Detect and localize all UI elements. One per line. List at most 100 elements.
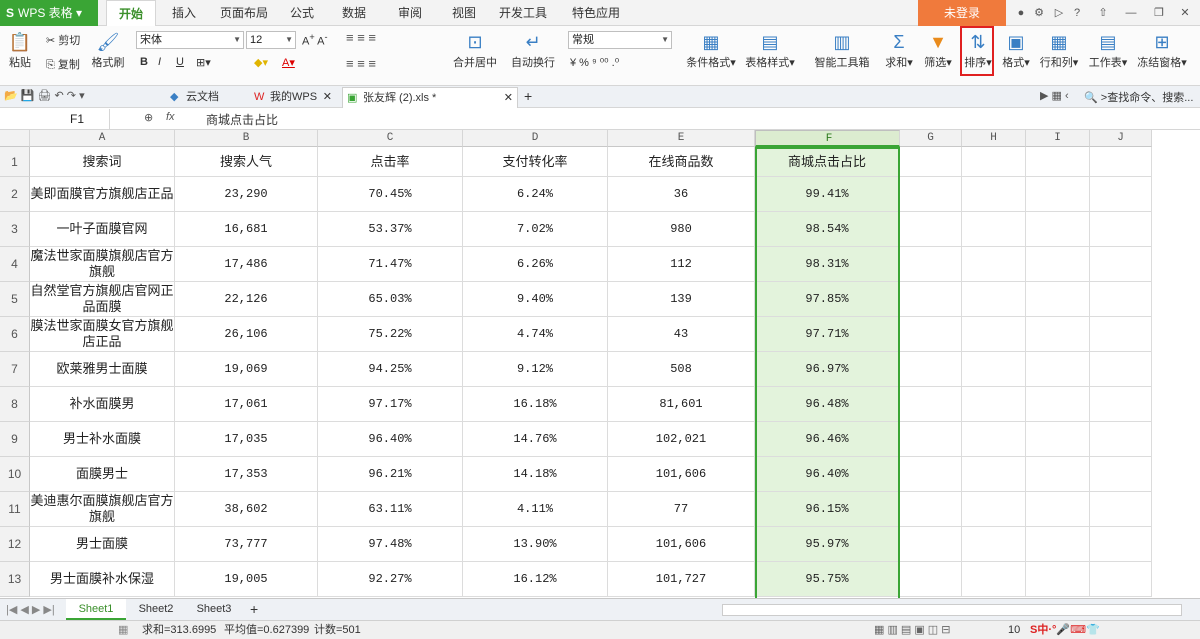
table-cell[interactable]: 71.47% — [318, 247, 463, 282]
table-cell[interactable]: 9.12% — [463, 352, 608, 387]
table-cell[interactable] — [1090, 387, 1152, 422]
table-cell[interactable] — [962, 492, 1026, 527]
copy-button[interactable]: ⎘ 复制 — [46, 56, 80, 72]
row-header[interactable]: 2 — [0, 177, 30, 212]
table-cell[interactable]: 112 — [608, 247, 755, 282]
conditional-format-button[interactable]: ▦ 条件格式▾ — [684, 30, 738, 70]
table-cell[interactable]: 自然堂官方旗舰店官网正品面膜 — [30, 282, 175, 317]
table-cell[interactable] — [1026, 422, 1090, 457]
table-cell[interactable] — [1090, 212, 1152, 247]
sum-button[interactable]: Σ 求和▾ — [884, 30, 914, 70]
tab-formula[interactable]: 公式 — [280, 0, 324, 26]
table-cell[interactable]: 9.40% — [463, 282, 608, 317]
table-cell[interactable] — [900, 177, 962, 212]
column-header-a[interactable]: A — [30, 130, 175, 147]
table-cell[interactable] — [1026, 527, 1090, 562]
row-header[interactable]: 13 — [0, 562, 30, 597]
table-cell[interactable] — [900, 212, 962, 247]
font-size-select[interactable]: 12 ▼ — [246, 31, 296, 49]
table-cell[interactable]: 96.40% — [318, 422, 463, 457]
cut-button[interactable]: ✂ 剪切 — [46, 32, 80, 48]
table-cell[interactable]: 23,290 — [175, 177, 318, 212]
table-cell[interactable]: 6.26% — [463, 247, 608, 282]
table-cell[interactable]: 4.74% — [463, 317, 608, 352]
table-cell[interactable] — [962, 352, 1026, 387]
table-cell[interactable] — [1026, 282, 1090, 317]
table-cell[interactable]: 美迪惠尔面膜旗舰店官方旗舰 — [30, 492, 175, 527]
tab-home[interactable]: 开始 — [106, 0, 156, 27]
percent-button[interactable]: ¥ % ⁹ ⁰⁰ .⁰ — [570, 56, 619, 69]
table-cell[interactable]: 魔法世家面膜旗舰店官方旗舰 — [30, 247, 175, 282]
table-cell[interactable]: 65.03% — [318, 282, 463, 317]
table-cell[interactable]: 98.31% — [755, 247, 900, 282]
table-cell[interactable]: 101,606 — [608, 527, 755, 562]
table-cell[interactable] — [1090, 457, 1152, 492]
skin-icon[interactable]: ● — [1014, 6, 1028, 20]
table-cell[interactable] — [900, 387, 962, 422]
header-cell[interactable]: 商城点击占比 — [755, 147, 900, 177]
header-cell[interactable]: 支付转化率 — [463, 147, 608, 177]
tab-cloud-docs[interactable]: ◆ 云文档 — [166, 87, 244, 108]
align-left-button[interactable]: ≡ ≡ ≡ — [346, 56, 376, 71]
row-header[interactable]: 6 — [0, 317, 30, 352]
sheet-tab-1[interactable]: Sheet1 — [66, 599, 126, 620]
ime-icon[interactable]: S中·°🎤⌨👕 — [1030, 621, 1100, 639]
table-cell[interactable]: 43 — [608, 317, 755, 352]
header-cell[interactable]: 搜索词 — [30, 147, 175, 177]
column-header-g[interactable]: G — [900, 130, 962, 147]
table-cell[interactable]: 96.46% — [755, 422, 900, 457]
table-cell[interactable] — [1090, 527, 1152, 562]
column-header-f[interactable]: F — [755, 130, 900, 147]
table-cell[interactable]: 13.90% — [463, 527, 608, 562]
table-cell[interactable] — [900, 562, 962, 597]
table-cell[interactable]: 70.45% — [318, 177, 463, 212]
table-cell[interactable] — [1026, 247, 1090, 282]
table-cell[interactable] — [900, 247, 962, 282]
table-cell[interactable]: 77 — [608, 492, 755, 527]
row-header[interactable]: 8 — [0, 387, 30, 422]
table-cell[interactable] — [1090, 282, 1152, 317]
horizontal-scrollbar[interactable] — [722, 604, 1182, 616]
table-cell[interactable]: 101,727 — [608, 562, 755, 597]
sheet-tab-2[interactable]: Sheet2 — [128, 599, 184, 620]
table-cell[interactable]: 欧莱雅男士面膜 — [30, 352, 175, 387]
smart-toolbox-button[interactable]: ▥ 智能工具箱 — [812, 30, 872, 70]
close-icon[interactable]: ✕ — [323, 87, 332, 107]
table-cell[interactable]: 男士补水面膜 — [30, 422, 175, 457]
close-icon[interactable]: ✕ — [1178, 6, 1192, 20]
quick-access-toolbar[interactable]: 📂 💾 🖨 ↶ ↷ ▾ — [4, 89, 85, 102]
column-header-i[interactable]: I — [1026, 130, 1090, 147]
align-top-button[interactable]: ≡ ≡ ≡ — [346, 30, 376, 45]
select-all-corner[interactable] — [0, 130, 30, 147]
table-cell[interactable]: 53.37% — [318, 212, 463, 247]
row-header[interactable]: 3 — [0, 212, 30, 247]
table-cell[interactable]: 980 — [608, 212, 755, 247]
table-cell[interactable]: 38,602 — [175, 492, 318, 527]
table-cell[interactable] — [900, 282, 962, 317]
row-header[interactable]: 5 — [0, 282, 30, 317]
table-cell[interactable]: 补水面膜男 — [30, 387, 175, 422]
row-header[interactable]: 1 — [0, 147, 30, 177]
table-cell[interactable] — [962, 282, 1026, 317]
tab-review[interactable]: 审阅 — [388, 0, 432, 26]
table-cell[interactable]: 美即面膜官方旗舰店正品 — [30, 177, 175, 212]
tab-tools-icon[interactable]: ▶ ▦ ‹ — [1040, 89, 1069, 102]
table-cell[interactable]: 97.48% — [318, 527, 463, 562]
table-cell[interactable]: 508 — [608, 352, 755, 387]
table-cell[interactable]: 4.11% — [463, 492, 608, 527]
row-header[interactable]: 10 — [0, 457, 30, 492]
table-cell[interactable]: 95.75% — [755, 562, 900, 597]
header-cell[interactable] — [1090, 147, 1152, 177]
tab-data[interactable]: 数据 — [332, 0, 376, 26]
table-cell[interactable] — [962, 317, 1026, 352]
table-cell[interactable]: 94.25% — [318, 352, 463, 387]
add-sheet-button[interactable]: + — [250, 601, 258, 617]
command-search-input[interactable]: 🔍 >查找命令、搜索... — [1084, 89, 1193, 105]
table-cell[interactable] — [962, 387, 1026, 422]
row-header[interactable]: 11 — [0, 492, 30, 527]
fx-icon[interactable]: fx — [166, 111, 175, 123]
header-cell[interactable] — [900, 147, 962, 177]
table-style-button[interactable]: ▤ 表格样式▾ — [742, 30, 798, 70]
table-cell[interactable]: 95.97% — [755, 527, 900, 562]
row-header[interactable]: 7 — [0, 352, 30, 387]
